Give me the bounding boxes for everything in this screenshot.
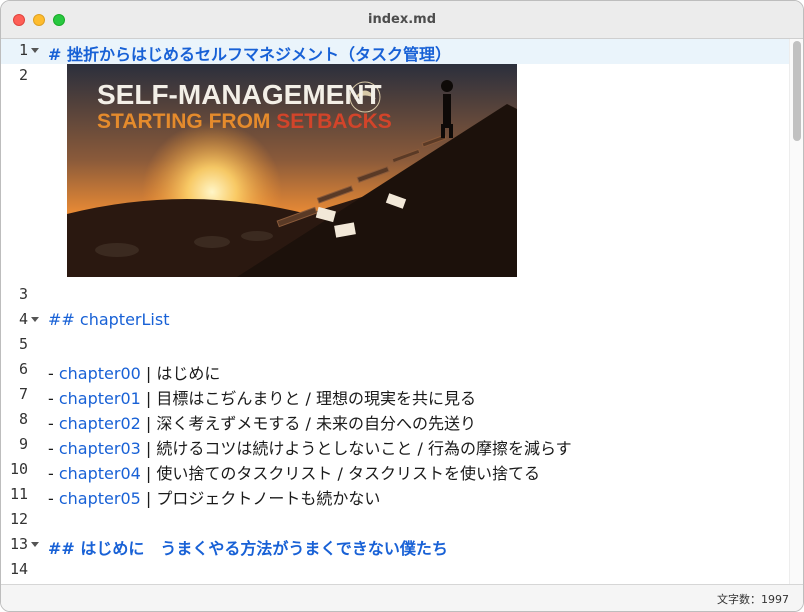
cover-image[interactable]: SELF-MANAGEMENT STARTING FROM SETBACKS [67, 64, 517, 277]
editor-line[interactable]: 12 [1, 508, 791, 533]
editor-line[interactable]: 1 # 挫折からはじめるセルフマネジメント（タスク管理） [1, 39, 791, 64]
line-gutter: 4 [1, 308, 41, 333]
list-item: - chapter00 | はじめに [48, 360, 220, 384]
list-item-text: | 目標はこぢんまりと / 理想の現実を共に見る [140, 389, 476, 408]
line-number: 14 [9, 560, 28, 578]
h2-heading: ## はじめに うまくやる方法がうまくできない僕たち [48, 539, 448, 558]
line-gutter: 9 [1, 433, 41, 458]
fold-chevron-icon[interactable] [31, 48, 39, 53]
fold-chevron-icon[interactable] [31, 317, 39, 322]
chapter-link[interactable]: chapter00 [59, 364, 141, 383]
line-gutter: 1 [1, 39, 41, 64]
line-number: 8 [18, 410, 28, 428]
editor-line[interactable]: 5 [1, 333, 791, 358]
list-bullet: - [48, 389, 59, 408]
editor-line[interactable]: 13 ## はじめに うまくやる方法がうまくできない僕たち [1, 533, 791, 558]
status-bar: 文字数：1997 [1, 584, 803, 611]
chapter-link[interactable]: chapter01 [59, 389, 141, 408]
list-item: - chapter05 | プロジェクトノートも続かない [48, 485, 380, 509]
editor-line[interactable]: 3 [1, 283, 791, 308]
line-number: 9 [18, 435, 28, 453]
scrollbar-thumb[interactable] [793, 41, 801, 141]
line-gutter: 7 [1, 383, 41, 408]
line-gutter: 8 [1, 408, 41, 433]
window-title: index.md [367, 12, 436, 27]
list-item-text: | プロジェクトノートも続かない [140, 489, 381, 508]
list-item: - chapter03 | 続けるコツは続けようとしないこと / 行為の摩擦を減… [48, 435, 572, 459]
editor-window: index.md 1 # 挫折からはじめるセルフマネジメント（タスク管理） 2 [0, 0, 804, 612]
list-item-text: | はじめに [140, 364, 221, 383]
char-count: 文字数：1997 [717, 593, 789, 606]
chapter-link[interactable]: chapter04 [59, 464, 141, 483]
fold-chevron-icon[interactable] [31, 542, 39, 547]
vertical-scrollbar[interactable] [789, 39, 803, 586]
line-gutter: 14 [1, 558, 41, 583]
editor-line[interactable]: 14 [1, 558, 791, 583]
cover-illustration: SELF-MANAGEMENT STARTING FROM SETBACKS [67, 64, 517, 277]
line-number: 3 [18, 285, 28, 303]
line-number: 11 [9, 485, 28, 503]
h2-heading: ## chapterList [48, 310, 170, 329]
image-title-line2-start: STARTING FROM [97, 110, 276, 133]
image-title-line1: SELF-MANAGEMENT [97, 79, 382, 110]
list-bullet: - [48, 439, 59, 458]
line-gutter: 13 [1, 533, 41, 558]
line-gutter: 12 [1, 508, 41, 533]
list-bullet: - [48, 414, 59, 433]
line-number: 6 [18, 360, 28, 378]
chapter-link[interactable]: chapter05 [59, 489, 141, 508]
chapter-link[interactable]: chapter03 [59, 439, 141, 458]
line-gutter: 3 [1, 283, 41, 308]
markdown-editor[interactable]: 1 # 挫折からはじめるセルフマネジメント（タスク管理） 2 SELF-MANA… [1, 39, 803, 586]
image-title-line2: STARTING FROM SETBACKS [97, 110, 392, 133]
list-item: - chapter02 | 深く考えずメモする / 未来の自分への先送り [48, 410, 476, 434]
chapter-link[interactable]: chapter02 [59, 414, 141, 433]
editor-line[interactable]: 4 ## chapterList [1, 308, 791, 333]
list-item-text: | 深く考えずメモする / 未来の自分への先送り [140, 414, 476, 433]
list-item-text: | 続けるコツは続けようとしないこと / 行為の摩擦を減らす [140, 439, 572, 458]
image-row: SELF-MANAGEMENT STARTING FROM SETBACKS [1, 64, 791, 289]
list-bullet: - [48, 364, 59, 383]
line-gutter: 11 [1, 483, 41, 508]
line-gutter: 6 [1, 358, 41, 383]
editor-line[interactable]: 8 - chapter02 | 深く考えずメモする / 未来の自分への先送り [1, 408, 791, 433]
title-bar[interactable]: index.md [1, 1, 803, 39]
list-bullet: - [48, 489, 59, 508]
editor-line[interactable]: 11 - chapter05 | プロジェクトノートも続かない [1, 483, 791, 508]
line-number: 12 [9, 510, 28, 528]
editor-line[interactable]: 9 - chapter03 | 続けるコツは続けようとしないこと / 行為の摩擦… [1, 433, 791, 458]
line-gutter: 5 [1, 333, 41, 358]
line-gutter: 10 [1, 458, 41, 483]
line-number: 5 [18, 335, 28, 353]
line-number: 1 [18, 41, 28, 59]
editor-line[interactable]: 6 - chapter00 | はじめに [1, 358, 791, 383]
list-item: - chapter04 | 使い捨てのタスクリスト / タスクリストを使い捨てる [48, 460, 540, 484]
h1-heading: # 挫折からはじめるセルフマネジメント（タスク管理） [48, 45, 451, 64]
line-number: 7 [18, 385, 28, 403]
image-title-line2-highlight: SETBACKS [276, 110, 392, 133]
line-number: 4 [18, 310, 28, 328]
editor-line[interactable]: 7 - chapter01 | 目標はこぢんまりと / 理想の現実を共に見る [1, 383, 791, 408]
line-number: 13 [9, 535, 28, 553]
list-item: - chapter01 | 目標はこぢんまりと / 理想の現実を共に見る [48, 385, 476, 409]
list-bullet: - [48, 464, 59, 483]
editor-line[interactable]: 10 - chapter04 | 使い捨てのタスクリスト / タスクリストを使い… [1, 458, 791, 483]
list-item-text: | 使い捨てのタスクリスト / タスクリストを使い捨てる [140, 464, 540, 483]
line-number: 10 [9, 460, 28, 478]
